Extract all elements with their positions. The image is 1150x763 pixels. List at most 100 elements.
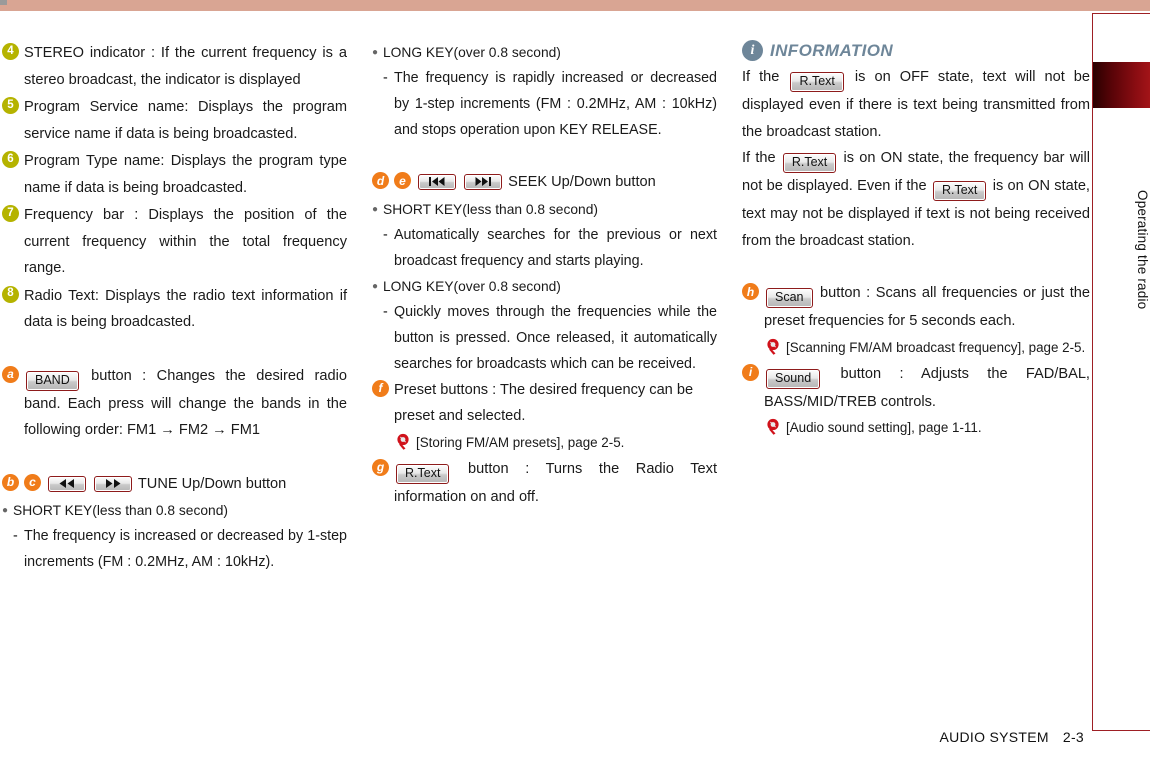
reference-pin-icon (766, 338, 783, 357)
dash-text: Automatically searches for the previous … (394, 226, 717, 269)
information-paragraph-1: If the R.Text is on OFF state, text will… (742, 64, 1090, 145)
list-item-rtext: g R.Text button : Turns the Radio Text i… (372, 456, 717, 511)
item-text-4: STEREO indicator : If the current freque… (24, 45, 347, 88)
item-text-6: Program Type name: Displays the program … (24, 153, 347, 196)
list-item-seek: d e SEEK Up/Down button (372, 169, 717, 196)
cross-reference-scanning[interactable]: [Scanning FM/AM broadcast frequency], pa… (766, 335, 1090, 360)
sound-button[interactable]: Sound (766, 368, 821, 389)
band-item-text: BAND button : Changes the desired radio … (24, 363, 347, 444)
marker-b: b (2, 473, 19, 491)
rewind-icon[interactable] (48, 475, 86, 492)
scan-item-description: button : Scans all frequencies or just t… (764, 285, 1090, 329)
tune-item-title: TUNE Up/Down button (137, 475, 287, 492)
rtext-button[interactable]: R.Text (932, 181, 987, 201)
info-p1-part1: If the (742, 69, 780, 85)
list-item-band: a BAND button : Changes the desired radi… (2, 363, 347, 444)
info-p2-part1: If the (742, 150, 776, 166)
bullet-dot: ● (372, 280, 379, 292)
fast-forward-icon[interactable] (94, 475, 133, 492)
information-paragraph-2: If the R.Text is on ON state, the freque… (742, 145, 1090, 254)
list-item-scan: h Scan button : Scans all frequencies or… (742, 280, 1090, 360)
rtext-button[interactable]: R.Text (782, 153, 837, 173)
marker-5: 5 (2, 97, 19, 114)
marker-h: h (742, 283, 759, 300)
dash-short-key-detail: - The frequency is increased or decrease… (2, 523, 347, 575)
band-button[interactable]: BAND (26, 370, 79, 391)
side-tab-color-block (1093, 62, 1150, 108)
dash-seek-long-detail: - Quickly moves through the frequencies … (372, 299, 717, 377)
preset-item-text: Preset buttons : The desired frequency c… (394, 381, 694, 425)
rtext-button[interactable]: R.Text (396, 463, 450, 484)
marker-g: g (372, 458, 389, 476)
dash-mark: - (13, 528, 18, 544)
reference-pin-icon (766, 418, 783, 437)
bullet-dot: ● (372, 203, 379, 215)
list-item: 5 Program Service name: Displays the pro… (2, 94, 347, 147)
bullet-dot: ● (372, 47, 379, 58)
tune-item-line: TUNE Up/Down button (46, 471, 347, 498)
list-item: 7 Frequency bar : Displays the position … (2, 202, 347, 282)
page-footer: AUDIO SYSTEM 2-3 (939, 729, 1084, 745)
marker-d: d (372, 172, 389, 189)
dash-text: The frequency is increased or decreased … (24, 528, 347, 570)
item-text-8: Radio Text: Displays the radio text info… (24, 287, 347, 331)
marker-e: e (394, 172, 411, 189)
list-item: 8 Radio Text: Displays the radio text in… (2, 283, 347, 336)
scan-button[interactable]: Scan (766, 288, 813, 308)
footer-page-number: 2-3 (1062, 729, 1084, 745)
rtext-item-text: R.Text button : Turns the Radio Text inf… (394, 456, 717, 511)
item-text-7: Frequency bar : Displays the position of… (24, 207, 347, 276)
information-title: INFORMATION (770, 40, 894, 60)
scan-item-text: Scan button : Scans all frequencies or j… (764, 280, 1090, 335)
dash-mark: - (383, 226, 388, 243)
rtext-button[interactable]: R.Text (790, 72, 844, 92)
footer-title: AUDIO SYSTEM (939, 729, 1049, 745)
side-tab-label: Operating the radio (1135, 190, 1150, 310)
reference-text: [Scanning FM/AM broadcast frequency], pa… (786, 339, 1086, 355)
left-column: 4 STEREO indicator : If the current freq… (2, 40, 347, 575)
right-column: i INFORMATION If the R.Text is on OFF st… (742, 40, 1090, 441)
bullet-long-key: ● LONG KEY(over 0.8 second) (372, 40, 717, 65)
reference-pin-icon (396, 433, 413, 452)
bullet-dot: ● (2, 505, 9, 516)
list-item-preset: f Preset buttons : The desired frequency… (372, 377, 717, 455)
seek-previous-icon[interactable] (418, 174, 456, 190)
marker-f: f (372, 379, 389, 397)
info-icon: i (742, 40, 763, 61)
dash-text: The frequency is rapidly increased or de… (394, 70, 717, 138)
bullet-text: SHORT KEY(less than 0.8 second) (383, 201, 598, 217)
dash-long-key-detail: - The frequency is rapidly increased or … (372, 65, 717, 143)
seek-next-icon[interactable] (464, 174, 503, 190)
top-bar-notch (0, 0, 7, 5)
marker-7: 7 (2, 205, 19, 222)
cross-reference-storing-presets[interactable]: [Storing FM/AM presets], page 2-5. (396, 430, 717, 455)
bullet-seek-long-key: ● LONG KEY(over 0.8 second) (372, 274, 717, 299)
bullet-text: LONG KEY(over 0.8 second) (383, 278, 561, 294)
dash-mark: - (383, 70, 388, 86)
marker-6: 6 (2, 151, 19, 168)
item-text-5: Program Service name: Displays the progr… (24, 99, 347, 142)
seek-item-title: SEEK Up/Down button (508, 174, 656, 190)
information-header: i INFORMATION (742, 40, 1090, 61)
list-item-sound: i Sound button : Adjusts the FAD/BAL, BA… (742, 361, 1090, 441)
bullet-text: SHORT KEY(less than 0.8 second) (13, 503, 228, 518)
marker-a: a (2, 365, 19, 383)
middle-column: ● LONG KEY(over 0.8 second) - The freque… (372, 40, 717, 511)
marker-c: c (24, 473, 41, 491)
bullet-text: LONG KEY(over 0.8 second) (383, 45, 561, 60)
marker-i: i (742, 363, 759, 381)
cross-reference-audio-sound[interactable]: [Audio sound setting], page 1-11. (766, 415, 1090, 440)
side-section-tab: Operating the radio (1092, 13, 1150, 731)
seek-item-line: SEEK Up/Down button (416, 169, 717, 196)
dash-text: Quickly moves through the frequencies wh… (394, 303, 717, 372)
list-item: 4 STEREO indicator : If the current freq… (2, 40, 347, 93)
reference-text: [Audio sound setting], page 1-11. (786, 420, 982, 435)
list-item-tune: b c TUNE Up/Down button (2, 471, 347, 498)
bullet-seek-short-key: ● SHORT KEY(less than 0.8 second) (372, 197, 717, 222)
dash-seek-short-detail: - Automatically searches for the previou… (372, 222, 717, 274)
marker-4: 4 (2, 43, 19, 60)
top-decorative-bar (0, 0, 1150, 11)
dash-mark: - (383, 303, 388, 320)
sound-item-text: Sound button : Adjusts the FAD/BAL, BASS… (764, 361, 1090, 416)
list-item: 6 Program Type name: Displays the progra… (2, 148, 347, 201)
